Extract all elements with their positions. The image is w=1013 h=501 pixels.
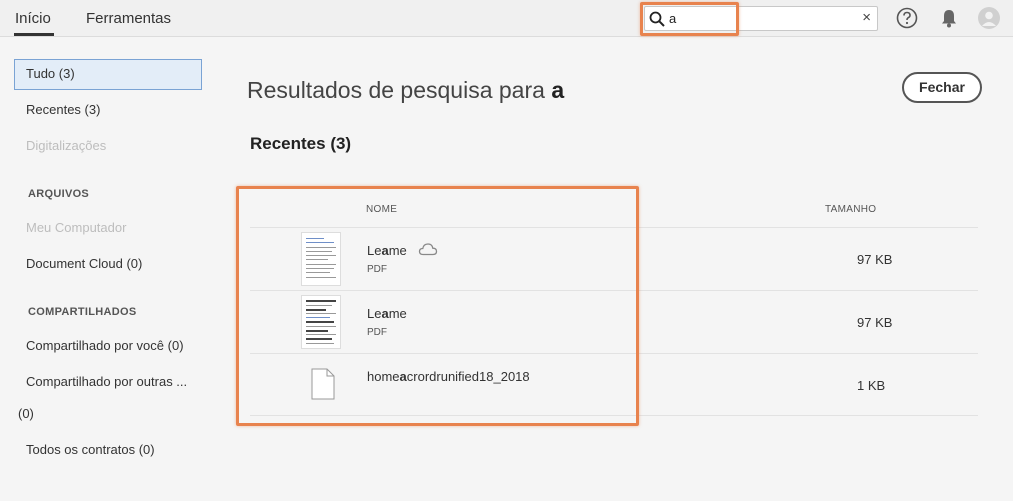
- tab-home[interactable]: Início: [15, 10, 51, 27]
- sidebar-item-all[interactable]: Tudo (3): [26, 66, 75, 81]
- bell-icon[interactable]: [938, 7, 960, 29]
- sidebar-item-shared-by-others-count[interactable]: (0): [18, 406, 34, 421]
- file-name: homeacrordrunified18_2018: [367, 369, 530, 384]
- tab-tools[interactable]: Ferramentas: [86, 10, 171, 27]
- page-title-prefix: Resultados de pesquisa para: [247, 77, 552, 103]
- file-type: PDF: [367, 327, 387, 338]
- file-size: 1 KB: [857, 378, 886, 393]
- section-title: Recentes (3): [250, 134, 352, 153]
- file-type: PDF: [367, 264, 387, 275]
- sidebar-item-my-computer: Meu Computador: [26, 220, 127, 235]
- file-size: 97 KB: [857, 252, 893, 267]
- sidebar-item-all-agreements[interactable]: Todos os contratos (0): [26, 442, 155, 457]
- top-bar: Início Ferramentas a ×: [0, 0, 1013, 37]
- file-thumbnail: [301, 232, 341, 286]
- file-thumbnail: [301, 295, 341, 349]
- sidebar-item-document-cloud[interactable]: Document Cloud (0): [26, 256, 142, 271]
- close-button[interactable]: Fechar: [902, 72, 982, 103]
- page-title: Resultados de pesquisa para a: [247, 77, 564, 104]
- sidebar-heading-files: ARQUIVOS: [28, 188, 90, 200]
- sidebar-item-shared-by-you[interactable]: Compartilhado por você (0): [26, 338, 184, 353]
- cloud-icon: [418, 243, 438, 256]
- sidebar-item-scans: Digitalizações: [26, 138, 107, 153]
- table-row[interactable]: Leame PDF 97 KB: [250, 290, 978, 353]
- search-highlight-box: [640, 2, 739, 36]
- sidebar-item-shared-by-others[interactable]: Compartilhado por outras ...: [26, 374, 187, 389]
- file-icon: [311, 368, 335, 400]
- column-header-name[interactable]: NOME: [366, 204, 397, 215]
- table-row[interactable]: homeacrordrunified18_2018 1 KB: [250, 353, 978, 416]
- sidebar: Tudo (3) Recentes (3) Digitalizações ARQ…: [0, 38, 218, 501]
- file-name: Leame: [367, 306, 407, 321]
- tab-home-active-indicator: [14, 33, 54, 36]
- file-size: 97 KB: [857, 315, 893, 330]
- close-icon[interactable]: ×: [862, 9, 871, 26]
- page-title-query: a: [551, 77, 565, 103]
- table-row[interactable]: Leame PDF 97 KB: [250, 227, 978, 290]
- sidebar-heading-shared: COMPARTILHADOS: [28, 306, 137, 318]
- avatar[interactable]: [978, 7, 1000, 29]
- file-name: Leame: [367, 243, 407, 258]
- column-header-size[interactable]: TAMANHO: [825, 204, 876, 215]
- sidebar-item-recent[interactable]: Recentes (3): [26, 102, 100, 117]
- help-icon[interactable]: [896, 7, 918, 29]
